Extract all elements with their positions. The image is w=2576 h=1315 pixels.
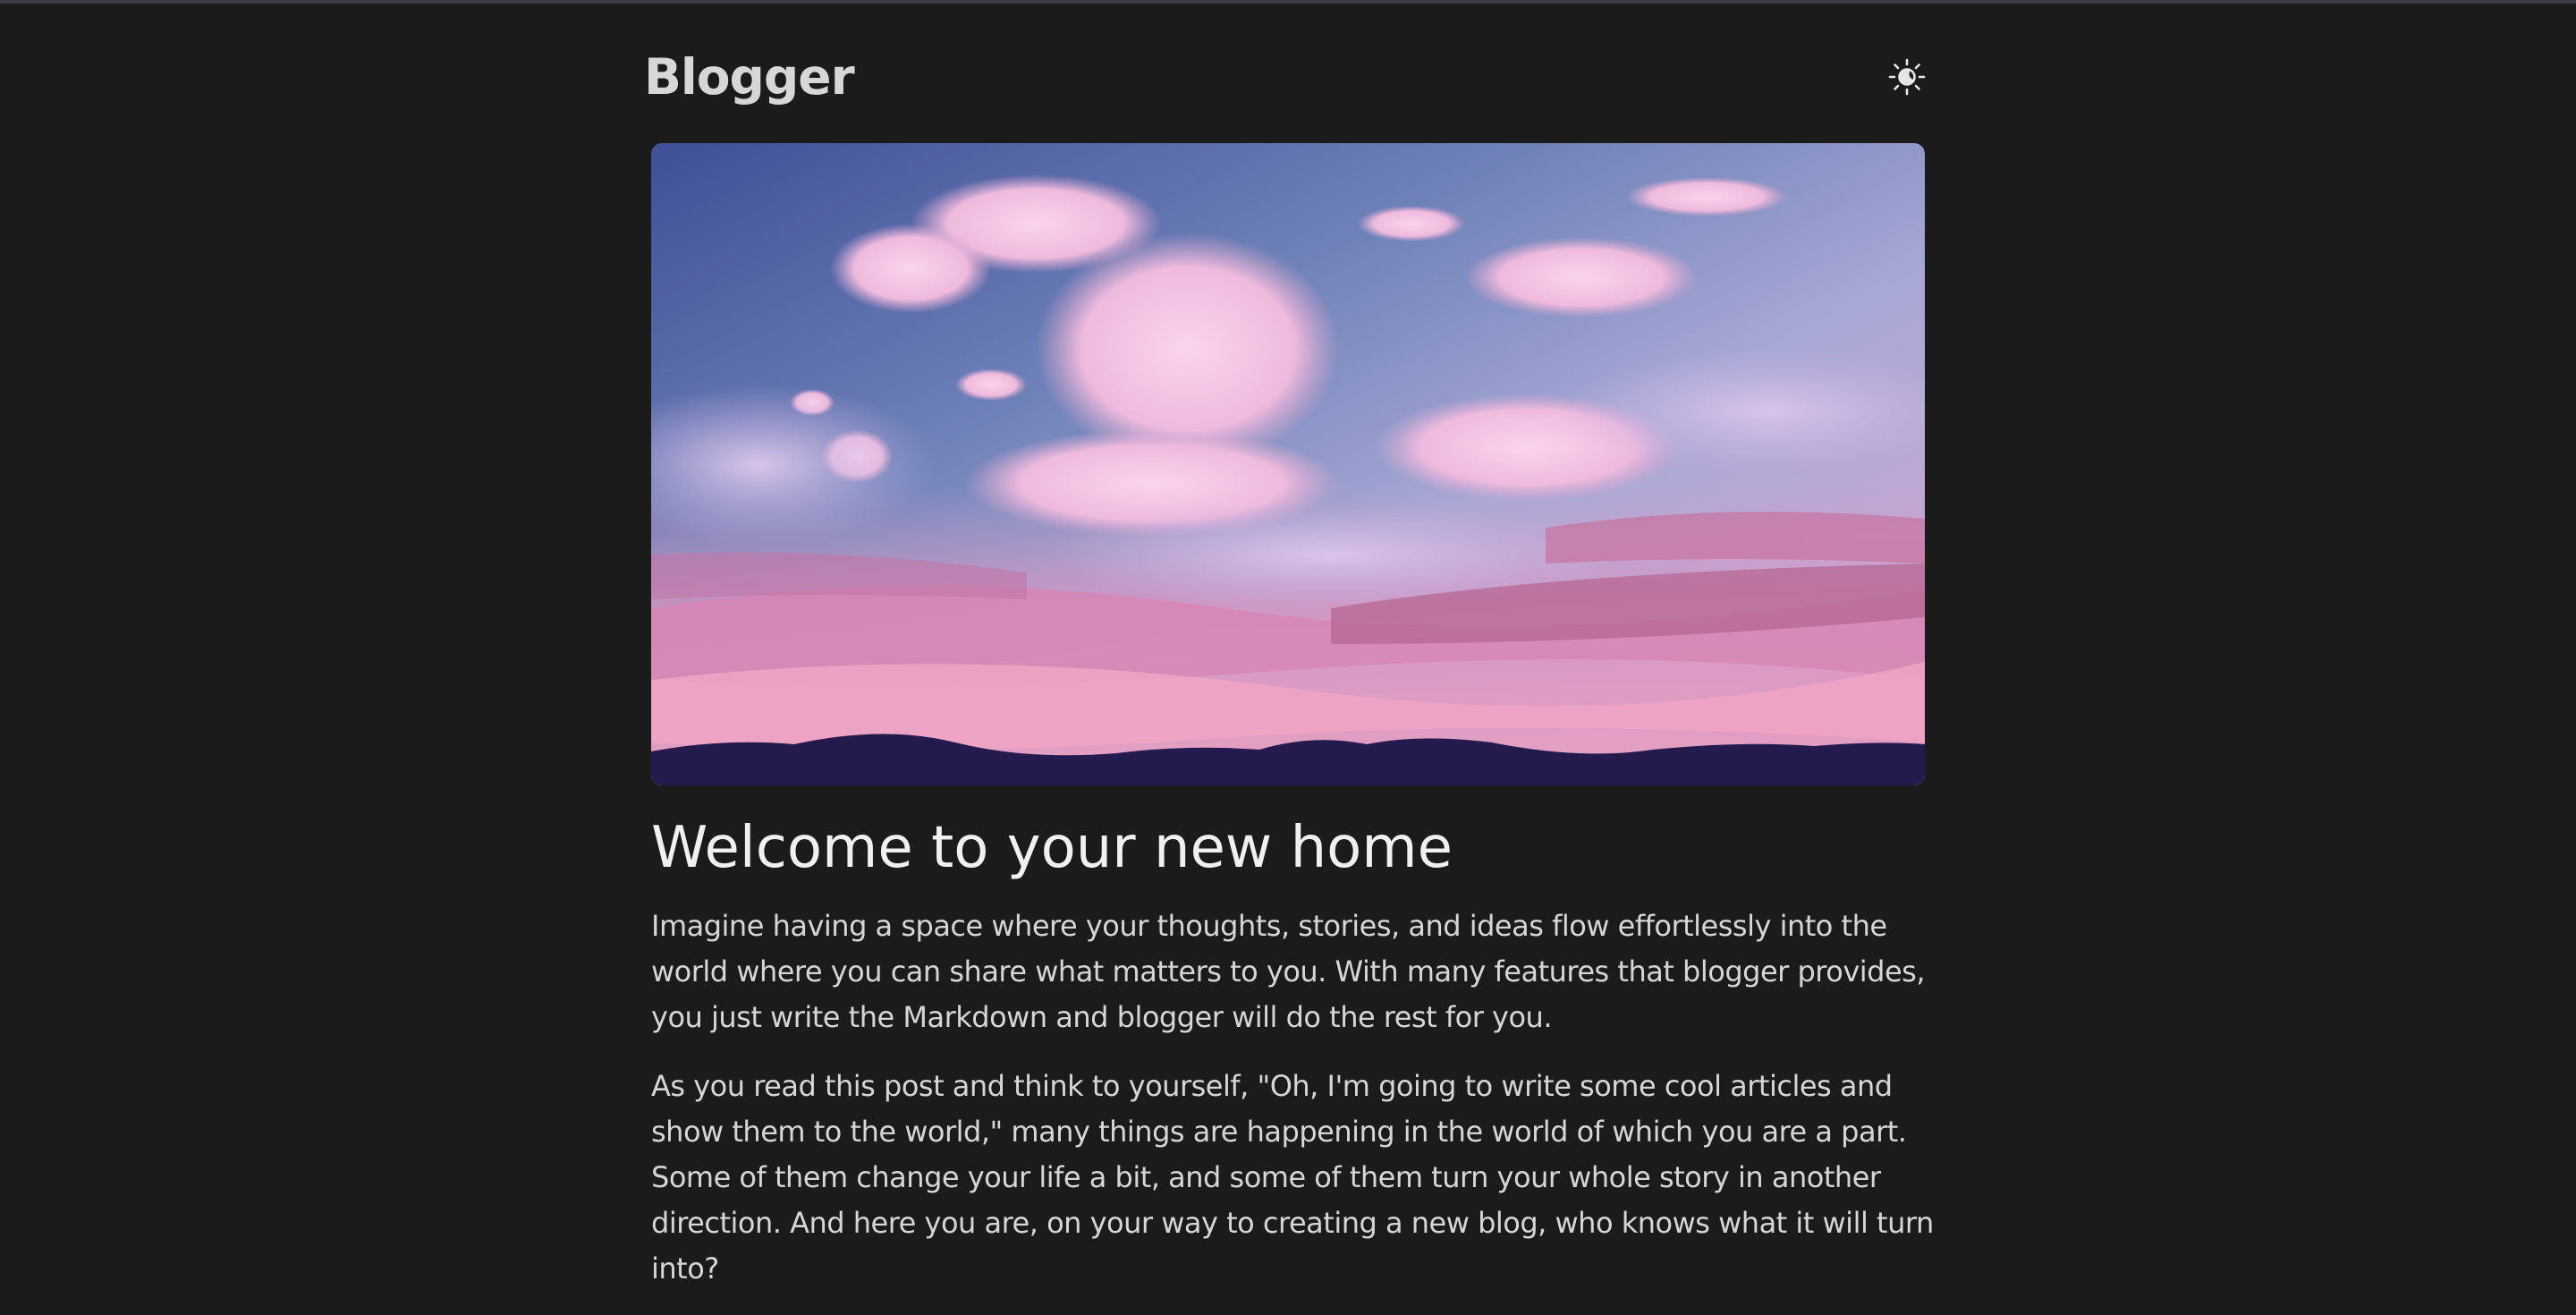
hero-image — [651, 143, 1925, 785]
site-header: Blogger — [644, 45, 1932, 109]
post-paragraph: Imagine having a space where your though… — [651, 909, 1925, 1034]
theme-toggle-button[interactable] — [1887, 57, 1927, 97]
post-body: Imagine having a space where your though… — [651, 904, 1939, 1315]
post-paragraph: As you read this post and think to yours… — [651, 1069, 1934, 1285]
site-brand[interactable]: Blogger — [644, 45, 855, 109]
window-top-border — [0, 0, 2576, 4]
sun-moon-icon — [1888, 58, 1926, 96]
post-title: Welcome to your new home — [651, 815, 1453, 881]
sky-illustration — [651, 143, 1925, 785]
